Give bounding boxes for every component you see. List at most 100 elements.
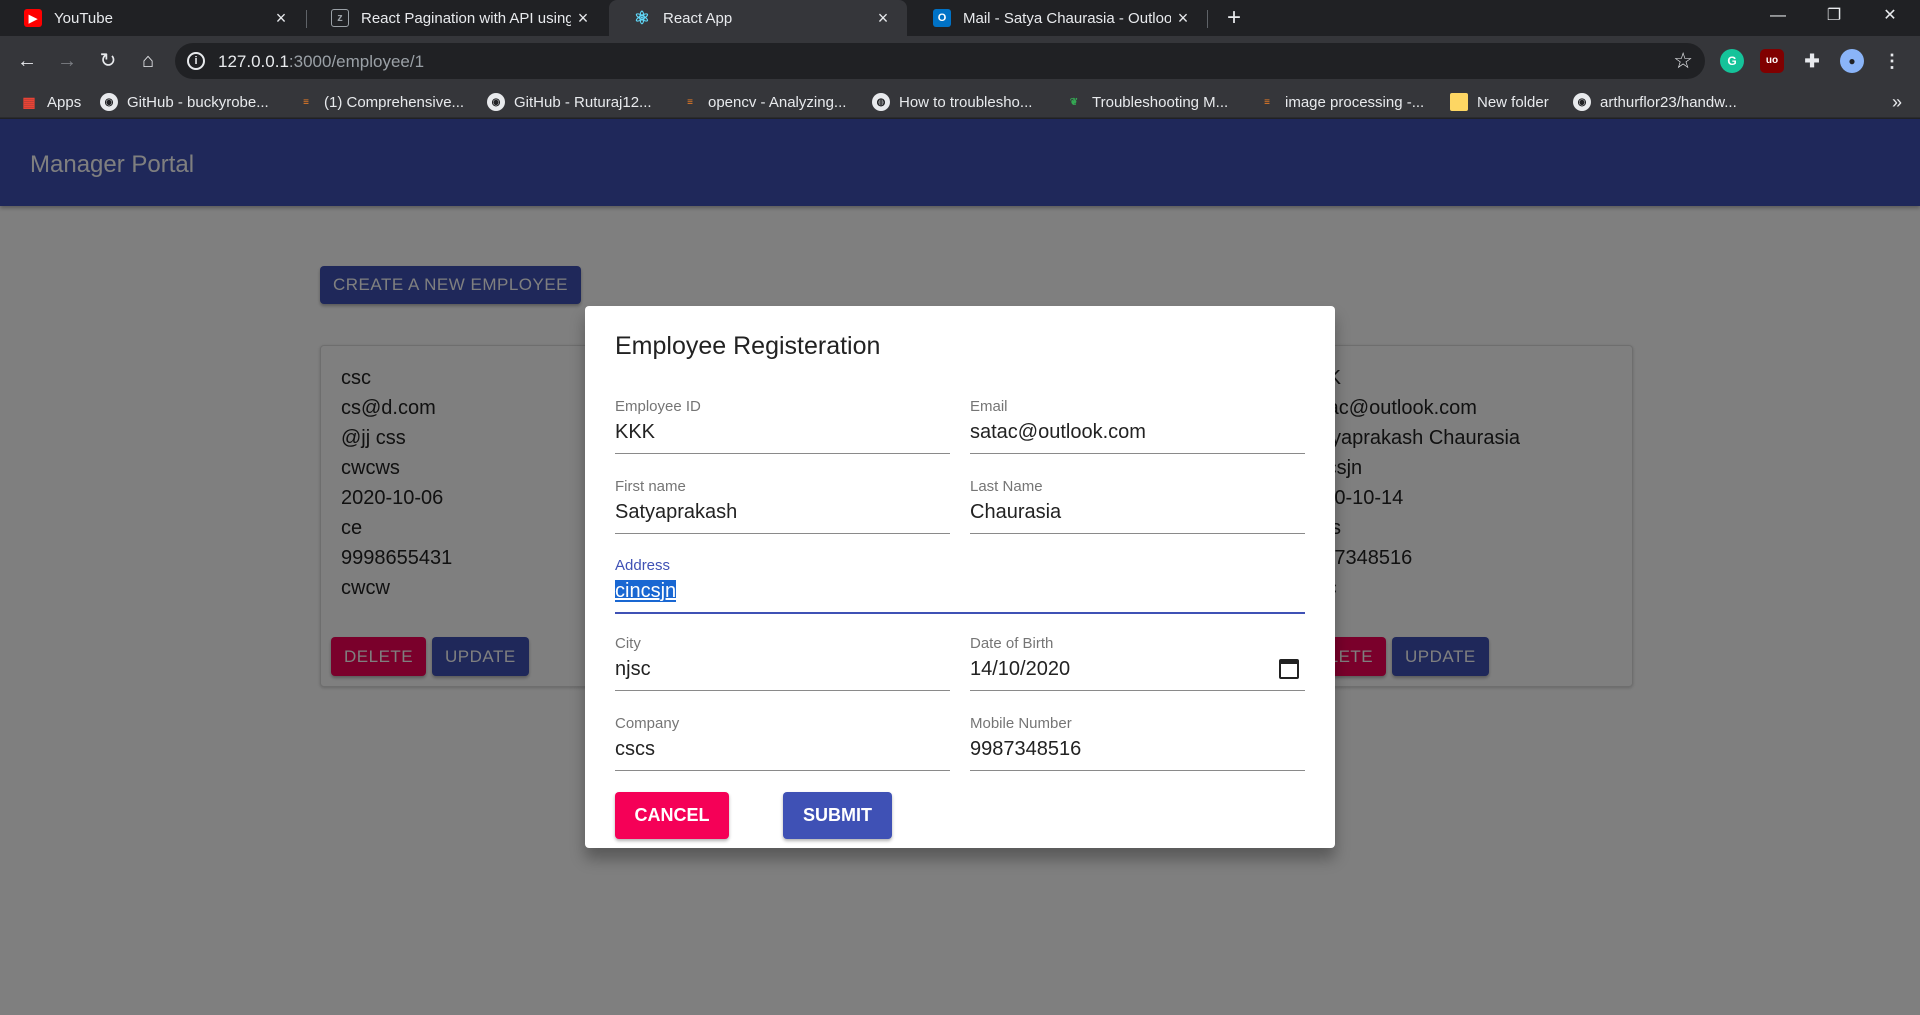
leaf-icon: ❦	[1069, 96, 1079, 108]
home-icon[interactable]: ⌂	[134, 47, 162, 75]
date-of-birth-field[interactable]: Date of Birth 14/10/2020	[970, 635, 1305, 693]
github-icon: ◉	[100, 93, 118, 111]
bookmarks-bar: ▦ Apps ◉ GitHub - buckyrobe... ≡ (1) Com…	[0, 86, 1920, 118]
field-value: njsc	[615, 658, 651, 680]
field-underline	[970, 690, 1305, 691]
submit-button[interactable]: SUBMIT	[783, 792, 892, 839]
close-icon[interactable]: ×	[269, 8, 293, 29]
field-value: 14/10/2020	[970, 658, 1071, 680]
bookmark-new-folder[interactable]: New folder	[1450, 86, 1549, 118]
page-viewport: Manager Portal CREATE A NEW EMPLOYEE csc…	[0, 119, 1920, 1015]
city-field[interactable]: City njsc	[615, 635, 950, 693]
outlook-icon: O	[933, 9, 951, 27]
github-icon: ◉	[487, 93, 505, 111]
bookmark-label: GitHub - Ruturaj12...	[514, 93, 652, 111]
field-label: Mobile Number	[970, 715, 1072, 732]
field-value: cscs	[615, 738, 655, 760]
browser-tab-strip: ▶ YouTube × z React Pagination with API …	[0, 0, 1920, 36]
field-value: satac@outlook.com	[970, 421, 1146, 443]
grammarly-icon[interactable]: G	[1720, 49, 1744, 73]
browser-tab-react-app[interactable]: ⚛ React App ×	[609, 0, 907, 36]
bookmark-label: image processing -...	[1285, 93, 1425, 111]
back-arrow-icon[interactable]: ←	[13, 47, 41, 75]
tab-title: React App	[663, 9, 733, 27]
bookmark-apps[interactable]: ▦ Apps	[20, 86, 81, 118]
bookmark-arthurflor23[interactable]: ◉ arthurflor23/handw...	[1573, 86, 1737, 118]
bookmark-opencv[interactable]: ≡ opencv - Analyzing...	[681, 86, 846, 118]
browser-tab-youtube[interactable]: ▶ YouTube ×	[0, 0, 305, 36]
bookmark-how-to-troubleshoot[interactable]: ◍ How to troublesho...	[872, 86, 1032, 118]
bookmark-troubleshooting[interactable]: ❦ Troubleshooting M...	[1065, 86, 1228, 118]
field-label: Company	[615, 715, 680, 732]
employee-id-field[interactable]: Employee ID KKK	[615, 398, 950, 456]
selected-text: cincsjn	[615, 580, 677, 602]
company-field[interactable]: Company cscs	[615, 715, 950, 773]
bookmark-star-icon[interactable]: ☆	[1673, 48, 1693, 74]
field-underline	[970, 533, 1305, 534]
field-underline	[615, 770, 950, 771]
bookmark-label: Troubleshooting M...	[1092, 93, 1229, 111]
close-icon[interactable]: ×	[571, 8, 595, 29]
stackoverflow-icon: ≡	[1264, 96, 1270, 108]
field-underline	[615, 533, 950, 534]
field-label: Date of Birth	[970, 635, 1054, 652]
avatar[interactable]: ●	[1840, 49, 1864, 73]
site-info-icon[interactable]: i	[187, 52, 205, 70]
calendar-icon[interactable]	[1279, 659, 1299, 679]
address-field[interactable]: Address cincsjn	[615, 557, 1305, 615]
tab-separator	[1207, 10, 1208, 28]
bookmark-github-buckyroberts[interactable]: ◉ GitHub - buckyrobe...	[100, 86, 269, 118]
field-underline	[970, 770, 1305, 771]
dialog-title: Employee Registeration	[615, 332, 881, 360]
bookmark-label: New folder	[1477, 93, 1549, 111]
employee-registration-dialog: Employee Registeration Employee ID KKK E…	[585, 306, 1335, 848]
field-value: cincsjn	[615, 580, 677, 603]
bookmark-github-ruturaj[interactable]: ◉ GitHub - Ruturaj12...	[487, 86, 652, 118]
new-tab-plus-icon[interactable]: +	[1220, 4, 1248, 32]
last-name-field[interactable]: Last Name Chaurasia	[970, 478, 1305, 536]
field-value: Chaurasia	[970, 501, 1062, 523]
url-text: 127.0.0.1:3000/employee/1	[218, 52, 424, 72]
address-bar[interactable]: i 127.0.0.1:3000/employee/1 ☆	[175, 43, 1705, 79]
field-underline	[615, 690, 950, 691]
field-label: Address	[615, 557, 671, 574]
close-icon[interactable]: ×	[1171, 8, 1195, 29]
menu-kebab-icon[interactable]: ⋮	[1880, 49, 1904, 73]
cancel-button[interactable]: CANCEL	[615, 792, 729, 839]
bookmark-label: opencv - Analyzing...	[708, 93, 847, 111]
bookmark-label: GitHub - buckyrobe...	[127, 93, 269, 111]
bookmark-comprehensive[interactable]: ≡ (1) Comprehensive...	[297, 86, 464, 118]
tab-title: YouTube	[54, 9, 113, 27]
email-field[interactable]: Email satac@outlook.com	[970, 398, 1305, 456]
first-name-field[interactable]: First name Satyaprakash	[615, 478, 950, 536]
browser-tab-react-pagination[interactable]: z React Pagination with API using M ×	[307, 0, 607, 36]
minimize-icon[interactable]: —	[1750, 0, 1806, 32]
stackoverflow-icon: ≡	[687, 96, 693, 108]
mobile-number-field[interactable]: Mobile Number 9987348516	[970, 715, 1305, 773]
url-path: :3000/employee/1	[288, 52, 425, 71]
youtube-icon: ▶	[24, 9, 42, 27]
field-value: Satyaprakash	[615, 501, 738, 523]
bookmark-label: arthurflor23/handw...	[1600, 93, 1737, 111]
bookmarks-overflow-chevron-icon[interactable]: »	[1892, 92, 1902, 113]
bookmark-label: How to troublesho...	[899, 93, 1033, 111]
restore-icon[interactable]: ❐	[1806, 0, 1862, 32]
ublock-icon[interactable]: uo	[1760, 49, 1784, 73]
github-icon: ◉	[1573, 93, 1591, 111]
apps-grid-icon: ▦	[22, 93, 36, 110]
bookmark-label: Apps	[47, 93, 82, 111]
field-label: City	[615, 635, 641, 652]
zest-icon: z	[331, 9, 349, 27]
folder-icon	[1450, 93, 1468, 111]
bookmark-image-processing[interactable]: ≡ image processing -...	[1258, 86, 1424, 118]
window-close-icon[interactable]: ✕	[1862, 0, 1918, 32]
tab-title: React Pagination with API using M	[361, 9, 571, 27]
close-icon[interactable]: ×	[871, 8, 895, 29]
field-underline	[970, 453, 1305, 454]
extensions-puzzle-icon[interactable]: ✚	[1800, 49, 1824, 73]
reload-icon[interactable]: ↻	[94, 47, 122, 75]
forward-arrow-icon[interactable]: →	[53, 47, 81, 75]
tab-title: Mail - Satya Chaurasia - Outlook	[963, 9, 1171, 27]
react-icon: ⚛	[633, 7, 651, 28]
browser-tab-outlook[interactable]: O Mail - Satya Chaurasia - Outlook ×	[909, 0, 1207, 36]
